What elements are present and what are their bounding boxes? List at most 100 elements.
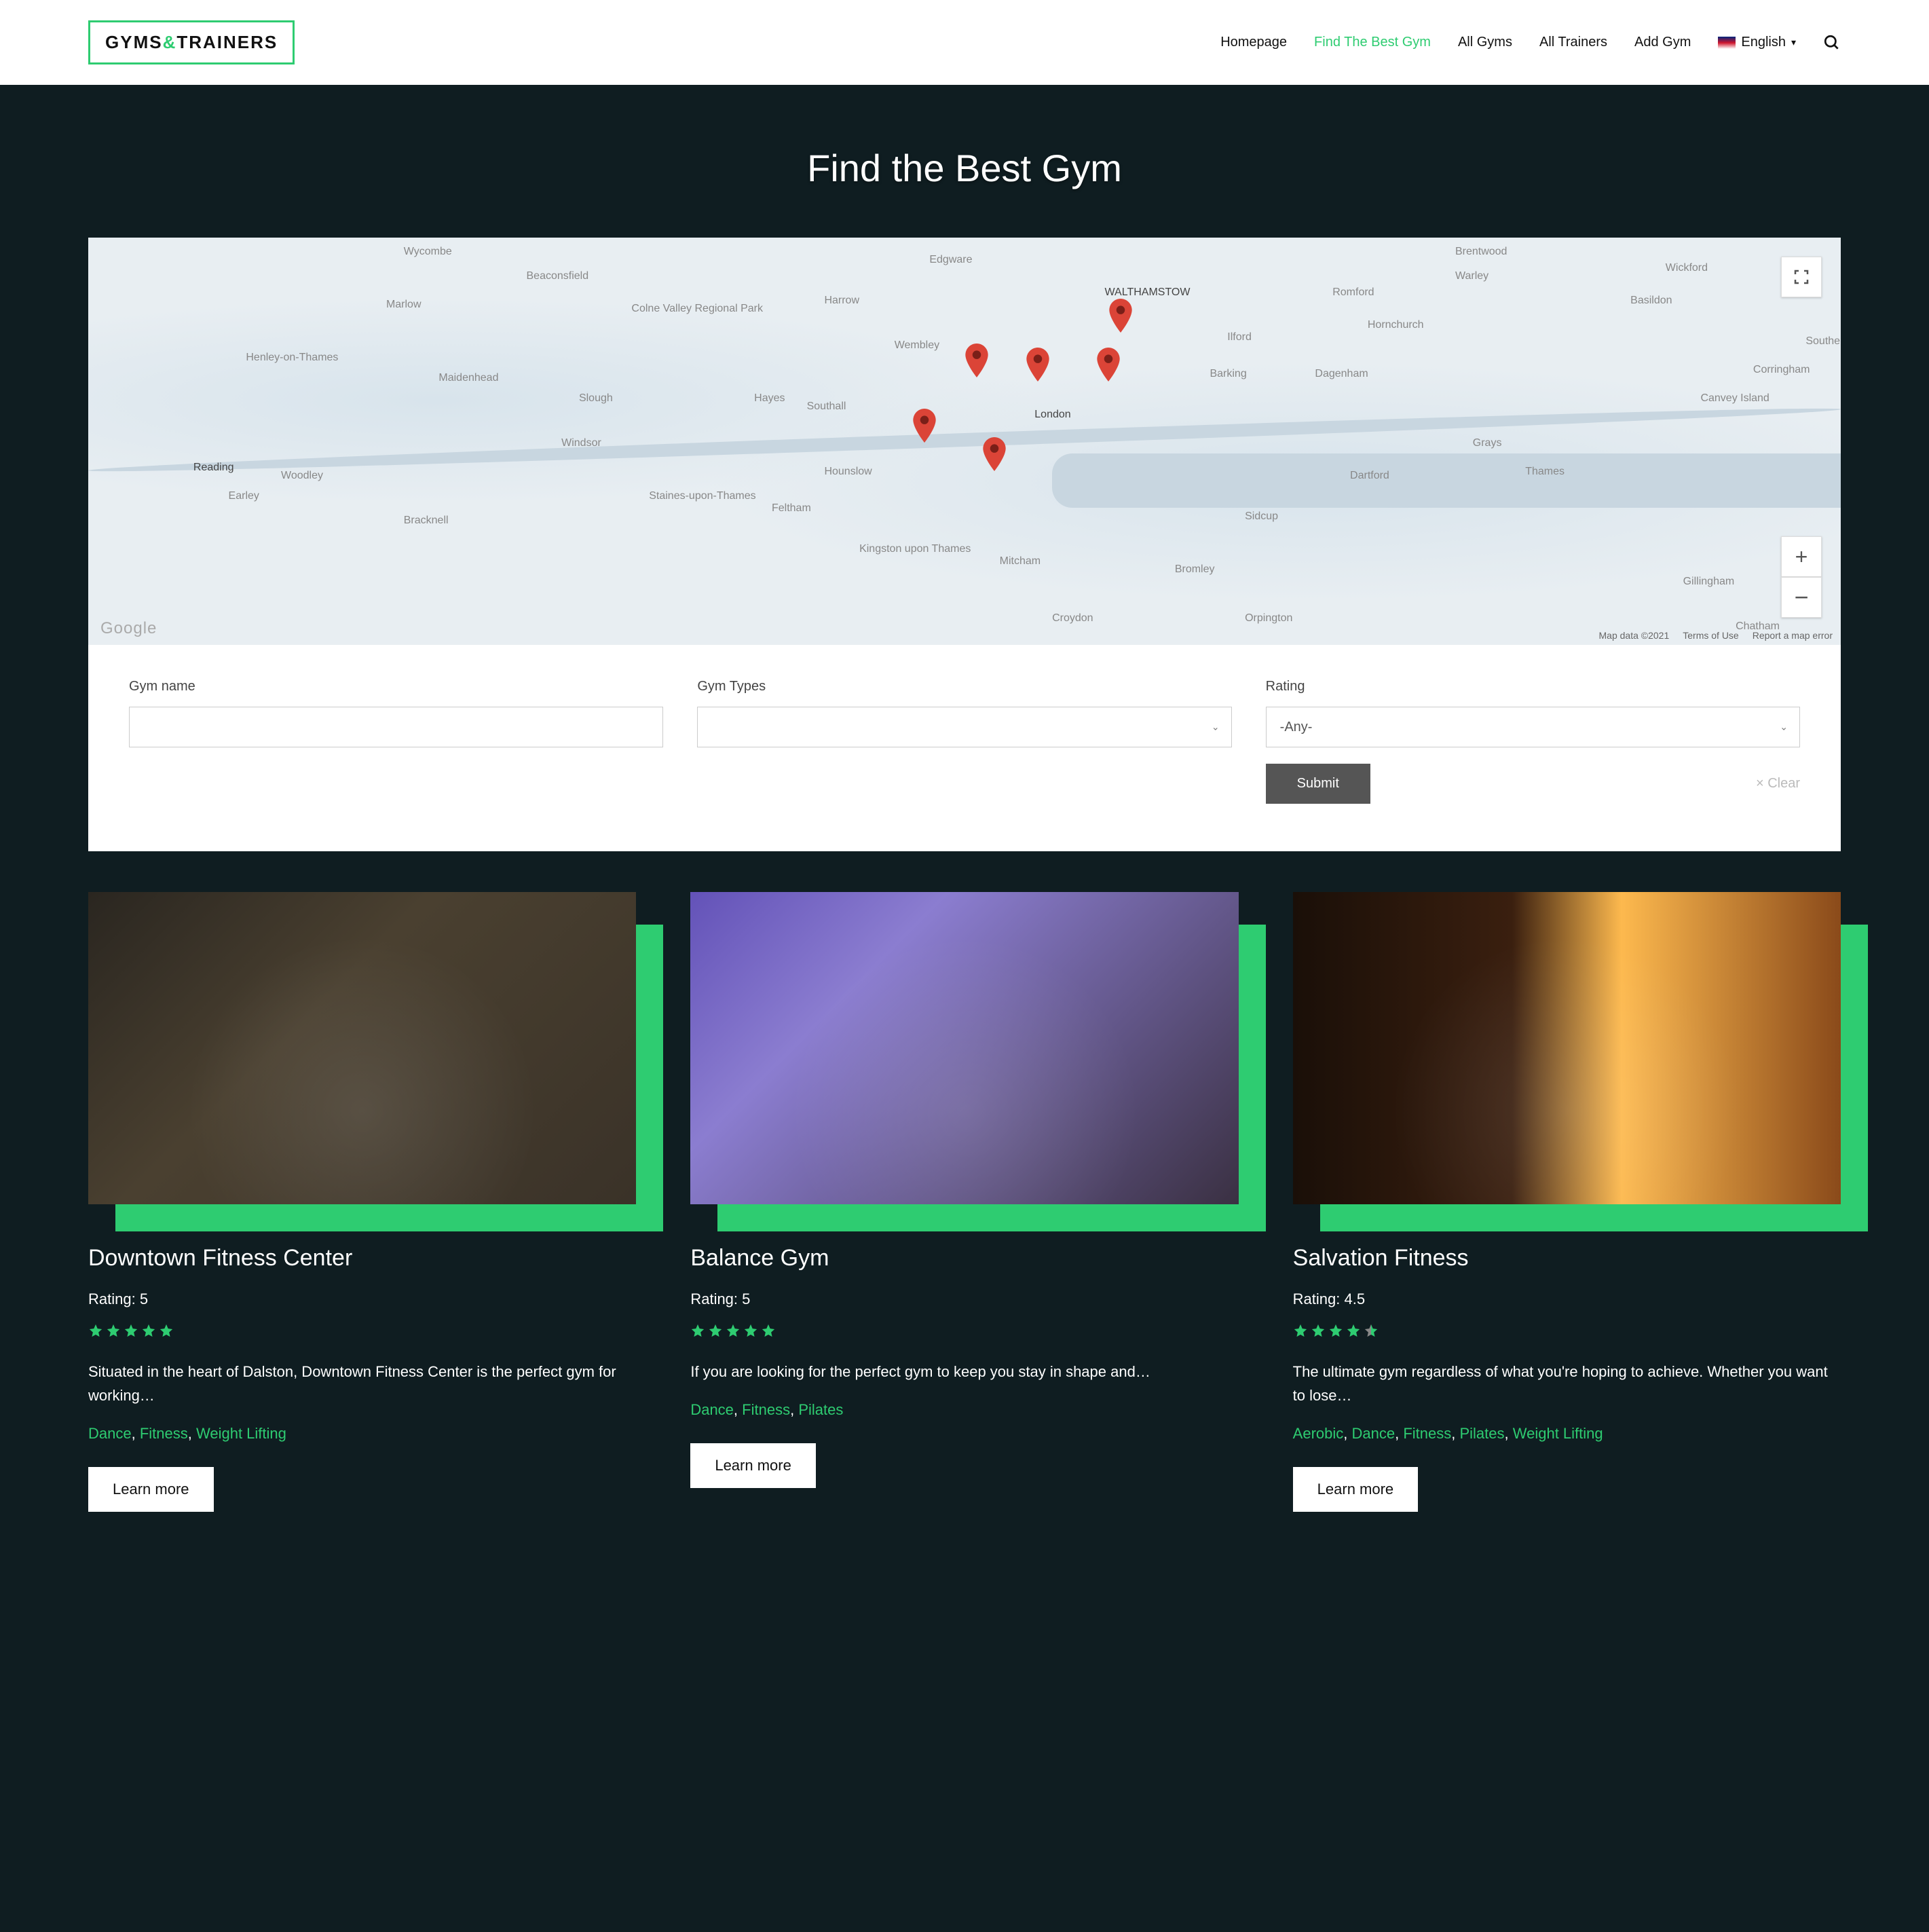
uk-flag-icon bbox=[1718, 37, 1736, 49]
star-icon bbox=[141, 1323, 156, 1338]
gym-image[interactable] bbox=[690, 892, 1238, 1204]
nav-all-gyms[interactable]: All Gyms bbox=[1458, 35, 1512, 50]
gym-types-select[interactable] bbox=[697, 707, 1231, 747]
search-icon[interactable] bbox=[1823, 34, 1841, 52]
map-place-label: Gillingham bbox=[1683, 576, 1735, 588]
map-data-text: Map data ©2021 bbox=[1599, 630, 1670, 641]
map-place-label: Kingston upon Thames bbox=[859, 543, 971, 555]
gym-tag[interactable]: Weight Lifting bbox=[1513, 1425, 1603, 1442]
map-pin-icon[interactable] bbox=[1096, 348, 1121, 382]
map-place-label: Dartford bbox=[1350, 470, 1389, 482]
gym-tag[interactable]: Weight Lifting bbox=[196, 1425, 286, 1442]
language-selector[interactable]: English ▾ bbox=[1718, 35, 1796, 50]
map-place-label: Bromley bbox=[1175, 563, 1215, 576]
map-place-label: Earley bbox=[229, 490, 259, 502]
gym-types-label: Gym Types bbox=[697, 679, 1231, 694]
star-icon bbox=[690, 1323, 705, 1338]
map-pin-icon[interactable] bbox=[982, 437, 1007, 471]
star-icon bbox=[708, 1323, 723, 1338]
filter-gym-name: Gym name bbox=[129, 679, 663, 804]
map-place-label: Southend- bbox=[1805, 335, 1841, 348]
gym-description: The ultimate gym regardless of what you'… bbox=[1293, 1360, 1841, 1407]
map-place-label: Sidcup bbox=[1245, 510, 1278, 523]
gym-tag[interactable]: Fitness bbox=[742, 1401, 790, 1418]
map-place-label: Hounslow bbox=[824, 466, 872, 478]
map-place-label: Bracknell bbox=[404, 515, 449, 527]
map-place-label: Maidenhead bbox=[438, 372, 498, 384]
submit-button[interactable]: Submit bbox=[1266, 764, 1370, 804]
map-place-label: London bbox=[1034, 409, 1070, 421]
map-place-label: Canvey Island bbox=[1700, 392, 1769, 405]
logo[interactable]: GYMS&TRAINERS bbox=[88, 20, 295, 64]
gym-tag[interactable]: Aerobic bbox=[1293, 1425, 1344, 1442]
header: GYMS&TRAINERS Homepage Find The Best Gym… bbox=[0, 0, 1929, 85]
report-link[interactable]: Report a map error bbox=[1753, 630, 1833, 641]
map-place-label: Woodley bbox=[281, 470, 323, 482]
clear-button[interactable]: × Clear bbox=[1756, 776, 1800, 792]
map-attribution: Map data ©2021 Terms of Use Report a map… bbox=[1599, 630, 1833, 641]
star-icon bbox=[1311, 1323, 1326, 1338]
zoom-in-button[interactable]: + bbox=[1781, 536, 1822, 577]
gym-tag[interactable]: Pilates bbox=[798, 1401, 843, 1418]
gym-image[interactable] bbox=[1293, 892, 1841, 1204]
map-place-label: Hayes bbox=[754, 392, 785, 405]
rating-text: Rating: 4.5 bbox=[1293, 1290, 1841, 1308]
gym-tag[interactable]: Dance bbox=[1351, 1425, 1395, 1442]
map-place-label: Grays bbox=[1473, 437, 1502, 449]
learn-more-button[interactable]: Learn more bbox=[88, 1467, 214, 1512]
star-rating bbox=[690, 1323, 1238, 1338]
map-place-label: Basildon bbox=[1630, 295, 1672, 307]
gym-tag[interactable]: Pilates bbox=[1459, 1425, 1504, 1442]
gym-tags: Dance, Fitness, Pilates bbox=[690, 1401, 1238, 1419]
gym-description: If you are looking for the perfect gym t… bbox=[690, 1360, 1238, 1383]
rating-text: Rating: 5 bbox=[88, 1290, 636, 1308]
star-icon bbox=[1293, 1323, 1308, 1338]
map-place-label: Warley bbox=[1455, 270, 1488, 282]
nav-add-gym[interactable]: Add Gym bbox=[1634, 35, 1691, 50]
chevron-down-icon: ▾ bbox=[1791, 37, 1796, 48]
map[interactable]: EdgwareBrentwoodWickfordWarleyBeaconsfie… bbox=[88, 238, 1841, 645]
star-icon bbox=[726, 1323, 741, 1338]
zoom-out-button[interactable]: − bbox=[1781, 577, 1822, 618]
nav-homepage[interactable]: Homepage bbox=[1220, 35, 1287, 50]
logo-text-b: TRAINERS bbox=[176, 32, 278, 52]
rating-text: Rating: 5 bbox=[690, 1290, 1238, 1308]
gym-title[interactable]: Balance Gym bbox=[690, 1245, 1238, 1271]
map-place-label: Orpington bbox=[1245, 612, 1292, 625]
map-place-label: Southall bbox=[807, 401, 846, 413]
nav-all-trainers[interactable]: All Trainers bbox=[1539, 35, 1607, 50]
gym-title[interactable]: Salvation Fitness bbox=[1293, 1245, 1841, 1271]
gym-title[interactable]: Downtown Fitness Center bbox=[88, 1245, 636, 1271]
map-place-label: Slough bbox=[579, 392, 613, 405]
map-place-label: Henley-on-Thames bbox=[246, 352, 338, 364]
map-pin-icon[interactable] bbox=[1026, 348, 1050, 382]
terms-link[interactable]: Terms of Use bbox=[1683, 630, 1738, 641]
map-place-label: Brentwood bbox=[1455, 246, 1507, 258]
star-icon bbox=[761, 1323, 776, 1338]
map-place-label: Beaconsfield bbox=[527, 270, 589, 282]
language-label: English bbox=[1741, 35, 1786, 50]
learn-more-button[interactable]: Learn more bbox=[1293, 1467, 1419, 1512]
gym-tag[interactable]: Fitness bbox=[1403, 1425, 1451, 1442]
learn-more-button[interactable]: Learn more bbox=[690, 1443, 816, 1488]
gym-description: Situated in the heart of Dalston, Downto… bbox=[88, 1360, 636, 1407]
gym-image[interactable] bbox=[88, 892, 636, 1204]
rating-select[interactable]: -Any- bbox=[1266, 707, 1800, 747]
nav-find-best-gym[interactable]: Find The Best Gym bbox=[1314, 35, 1431, 50]
gym-tag[interactable]: Dance bbox=[690, 1401, 734, 1418]
map-pin-icon[interactable] bbox=[1108, 299, 1133, 333]
map-place-label: Thames bbox=[1525, 466, 1565, 478]
map-place-label: Barking bbox=[1210, 368, 1246, 380]
map-place-label: Edgware bbox=[929, 254, 972, 266]
gym-name-label: Gym name bbox=[129, 679, 663, 694]
fullscreen-button[interactable] bbox=[1781, 257, 1822, 297]
map-place-label: Croydon bbox=[1052, 612, 1093, 625]
gym-name-input[interactable] bbox=[129, 707, 663, 747]
gym-tag[interactable]: Dance bbox=[88, 1425, 132, 1442]
gym-tag[interactable]: Fitness bbox=[140, 1425, 188, 1442]
map-place-label: Staines-upon-Thames bbox=[649, 490, 755, 502]
map-pin-icon[interactable] bbox=[912, 409, 937, 443]
map-pin-icon[interactable] bbox=[964, 343, 989, 377]
gym-card: Salvation Fitness Rating: 4.5 The ultima… bbox=[1293, 892, 1841, 1512]
map-section: EdgwareBrentwoodWickfordWarleyBeaconsfie… bbox=[88, 238, 1841, 851]
